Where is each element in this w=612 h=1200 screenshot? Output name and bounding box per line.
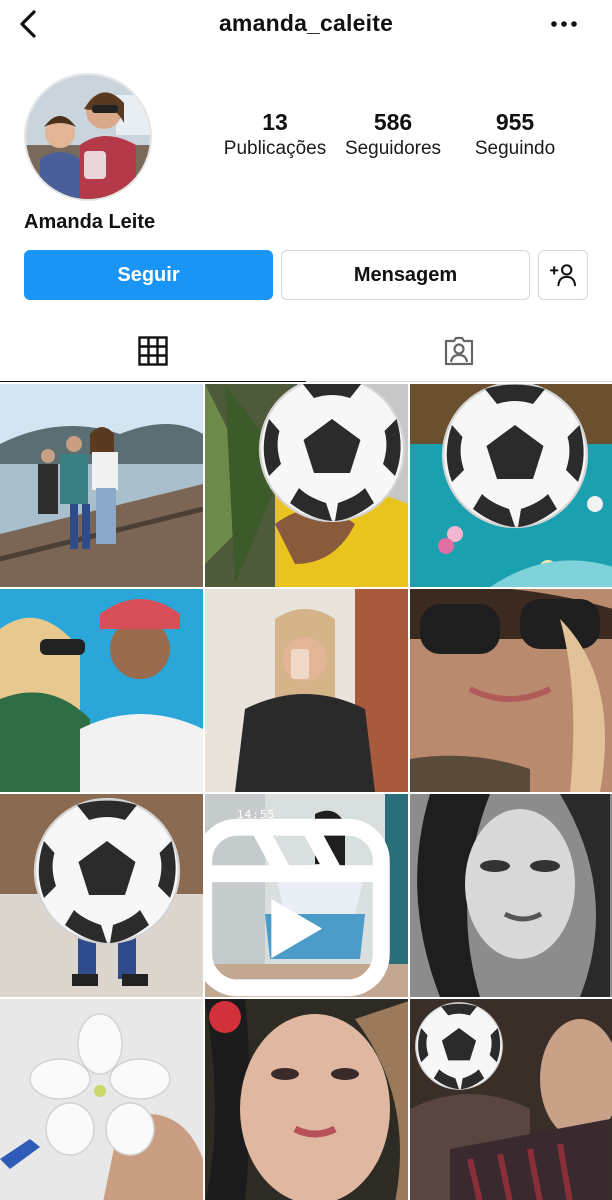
reels-icon (205, 818, 390, 997)
profile-tabs (0, 320, 612, 382)
post-thumbnail[interactable] (410, 999, 612, 1200)
tab-tagged[interactable] (306, 320, 612, 382)
post-image (0, 589, 203, 792)
profile-stats: 13 Publicações 586 Seguidores 955 Seguin… (210, 108, 580, 168)
posts-grid: 14:55 (0, 384, 612, 1200)
followers-count: 586 (373, 109, 413, 135)
post-thumbnail[interactable] (0, 999, 203, 1200)
post-image (410, 589, 612, 792)
following-count: 955 (495, 109, 535, 135)
post-thumbnail[interactable] (410, 384, 612, 587)
post-thumbnail[interactable] (0, 384, 203, 587)
profile-avatar[interactable] (24, 73, 152, 201)
add-user-icon (549, 264, 577, 287)
message-button[interactable]: Mensagem (281, 250, 530, 300)
post-thumbnail[interactable] (205, 999, 408, 1200)
follow-button[interactable]: Seguir (24, 250, 273, 300)
soccer-ball-sticker (415, 1002, 503, 1090)
tagged-person-icon (444, 336, 474, 365)
post-thumbnail-reel[interactable]: 14:55 (205, 794, 408, 997)
avatar-photo (26, 75, 150, 199)
stat-following[interactable]: 955 Seguindo (460, 108, 570, 162)
more-horizontal-icon (551, 21, 577, 27)
post-image (205, 589, 408, 792)
post-thumbnail[interactable] (205, 384, 408, 587)
soccer-ball-sticker (33, 797, 181, 945)
post-image (0, 384, 203, 587)
soccer-ball-sticker (258, 384, 406, 523)
post-thumbnail[interactable] (0, 794, 203, 997)
top-bar: amanda_caleite (0, 0, 612, 52)
grid-icon (138, 335, 168, 366)
instagram-profile-screen: amanda_caleite 13 Publicações 586 Seguid… (0, 0, 612, 1200)
more-options-button[interactable] (546, 10, 582, 38)
post-image (205, 999, 408, 1200)
profile-full-name: Amanda Leite (24, 211, 156, 233)
posts-label: Publicações (223, 138, 327, 159)
tab-posts-grid[interactable] (0, 320, 306, 382)
stat-posts[interactable]: 13 Publicações (220, 108, 330, 162)
following-label: Seguindo (474, 138, 556, 159)
post-thumbnail[interactable] (0, 589, 203, 792)
post-thumbnail[interactable] (410, 794, 612, 997)
stat-followers[interactable]: 586 Seguidores (338, 108, 448, 162)
posts-count: 13 (262, 109, 288, 135)
post-image (410, 794, 612, 997)
suggested-accounts-button[interactable] (538, 250, 588, 300)
post-thumbnail[interactable] (205, 589, 408, 792)
post-thumbnail[interactable] (410, 589, 612, 792)
followers-label: Seguidores (344, 138, 442, 159)
profile-username: amanda_caleite (218, 10, 394, 36)
soccer-ball-sticker (441, 384, 589, 529)
post-image (0, 999, 203, 1200)
